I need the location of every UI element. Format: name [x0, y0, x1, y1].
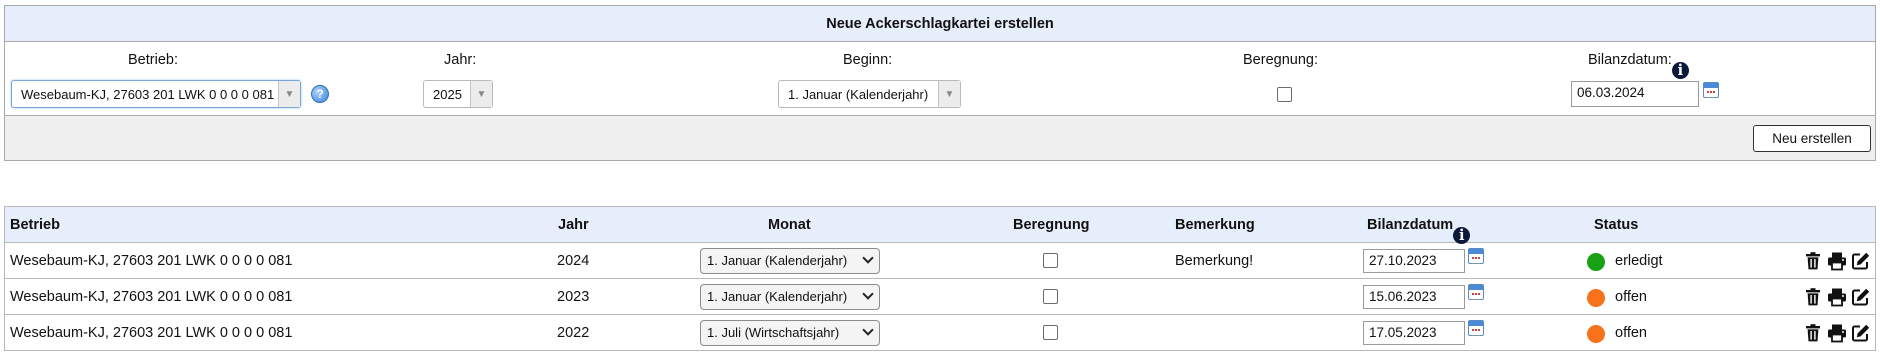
header-jahr: Jahr: [558, 217, 589, 233]
chevron-down-icon: [862, 288, 874, 300]
calendar-icon[interactable]: [1468, 248, 1484, 264]
calendar-icon[interactable]: [1703, 82, 1719, 98]
cell-status: offen: [1615, 325, 1647, 341]
trash-icon[interactable]: [1803, 251, 1823, 271]
header-betrieb: Betrieb: [10, 217, 60, 233]
chevron-down-icon: [862, 252, 874, 264]
print-icon[interactable]: [1827, 287, 1847, 307]
header-status: Status: [1594, 217, 1639, 233]
beregnung-checkbox[interactable]: [1043, 325, 1058, 340]
cell-betrieb: Wesebaum-KJ, 27603 201 LWK 0 0 0 0 081: [10, 253, 293, 269]
header-beregnung: Beregnung: [1013, 217, 1090, 233]
beregnung-checkbox[interactable]: [1043, 253, 1058, 268]
status-dot: [1587, 325, 1605, 343]
edit-icon[interactable]: [1851, 287, 1871, 307]
cell-jahr: 2022: [557, 325, 590, 341]
beginn-select-value: 1. Januar (Kalenderjahr): [788, 86, 929, 102]
table-body: Wesebaum-KJ, 27603 201 LWK 0 0 0 0 081 20…: [5, 243, 1875, 350]
bilanzdatum-input[interactable]: 27.10.2023: [1363, 249, 1465, 273]
jahr-select-value: 2025: [433, 86, 462, 102]
monat-select-value: 1. Januar (Kalenderjahr): [707, 289, 848, 304]
betrieb-select-value: Wesebaum-KJ, 27603 201 LWK 0 0 0 0 081: [21, 86, 275, 102]
beregnung-checkbox[interactable]: [1043, 289, 1058, 304]
label-beginn: Beginn:: [843, 52, 893, 68]
table-header: Betrieb Jahr Monat Beregnung Bemerkung B…: [5, 207, 1875, 244]
label-jahr: Jahr:: [444, 52, 477, 68]
table-row: Wesebaum-KJ, 27603 201 LWK 0 0 0 0 081 20…: [5, 279, 1875, 315]
form-labels-row: Betrieb: Jahr: Beginn: Beregnung: Bilanz…: [5, 42, 1875, 79]
print-icon[interactable]: [1827, 323, 1847, 343]
table-row: Wesebaum-KJ, 27603 201 LWK 0 0 0 0 081 20…: [5, 243, 1875, 279]
cell-status: erledigt: [1615, 253, 1663, 269]
betrieb-select[interactable]: Wesebaum-KJ, 27603 201 LWK 0 0 0 0 081 ▼: [11, 80, 301, 108]
bilanzdatum-input[interactable]: 15.06.2023: [1363, 285, 1465, 309]
cell-betrieb: Wesebaum-KJ, 27603 201 LWK 0 0 0 0 081: [10, 289, 293, 305]
print-icon[interactable]: [1827, 251, 1847, 271]
header-bilanzdatum-wrap: Bilanzdatum i: [1367, 217, 1471, 244]
cell-bemerkung: Bemerkung!: [1175, 253, 1254, 269]
beregnung-checkbox[interactable]: [1277, 87, 1292, 102]
form-title: Neue Ackerschlagkartei erstellen: [5, 6, 1875, 42]
label-bilanzdatum: Bilanzdatum:: [1588, 52, 1672, 68]
chevron-down-icon: ▼: [470, 81, 492, 107]
cell-status: offen: [1615, 289, 1647, 305]
chevron-down-icon: [862, 324, 874, 336]
trash-icon[interactable]: [1803, 287, 1823, 307]
form-footer: Neu erstellen: [5, 116, 1875, 160]
bilanzdatum-input[interactable]: 06.03.2024: [1571, 81, 1699, 107]
calendar-icon[interactable]: [1468, 320, 1484, 336]
monat-select[interactable]: 1. Januar (Kalenderjahr): [700, 284, 880, 310]
header-bemerkung: Bemerkung: [1175, 217, 1255, 233]
new-record-form: Neue Ackerschlagkartei erstellen Betrieb…: [4, 5, 1876, 161]
info-icon[interactable]: i: [1453, 227, 1471, 244]
calendar-icon[interactable]: [1468, 284, 1484, 300]
info-icon[interactable]: i: [1671, 62, 1689, 79]
status-dot: [1587, 253, 1605, 271]
neu-erstellen-button[interactable]: Neu erstellen: [1753, 125, 1871, 152]
jahr-select[interactable]: 2025 ▼: [423, 80, 493, 108]
form-fields-row: Wesebaum-KJ, 27603 201 LWK 0 0 0 0 081 ▼…: [5, 78, 1875, 116]
cell-jahr: 2024: [557, 253, 590, 269]
edit-icon[interactable]: [1851, 251, 1871, 271]
records-table: Betrieb Jahr Monat Beregnung Bemerkung B…: [4, 206, 1876, 351]
monat-select-value: 1. Juli (Wirtschaftsjahr): [707, 325, 840, 340]
monat-select[interactable]: 1. Januar (Kalenderjahr): [700, 248, 880, 274]
trash-icon[interactable]: [1803, 323, 1823, 343]
bilanzdatum-input[interactable]: 17.05.2023: [1363, 321, 1465, 345]
chevron-down-icon: ▼: [938, 81, 960, 107]
beginn-select[interactable]: 1. Januar (Kalenderjahr) ▼: [778, 80, 961, 108]
table-row: Wesebaum-KJ, 27603 201 LWK 0 0 0 0 081 20…: [5, 315, 1875, 350]
label-betrieb: Betrieb:: [128, 52, 178, 68]
header-bilanzdatum: Bilanzdatum: [1367, 217, 1454, 233]
label-beregnung: Beregnung:: [1243, 52, 1318, 68]
edit-icon[interactable]: [1851, 323, 1871, 343]
label-bilanzdatum-wrap: Bilanzdatum: i: [1588, 52, 1689, 79]
monat-select-value: 1. Januar (Kalenderjahr): [707, 253, 848, 268]
header-monat: Monat: [768, 217, 811, 233]
cell-jahr: 2023: [557, 289, 590, 305]
cell-betrieb: Wesebaum-KJ, 27603 201 LWK 0 0 0 0 081: [10, 325, 293, 341]
chevron-down-icon: ▼: [278, 81, 300, 107]
status-dot: [1587, 289, 1605, 307]
help-icon[interactable]: ?: [311, 85, 329, 103]
monat-select[interactable]: 1. Juli (Wirtschaftsjahr): [700, 320, 880, 346]
